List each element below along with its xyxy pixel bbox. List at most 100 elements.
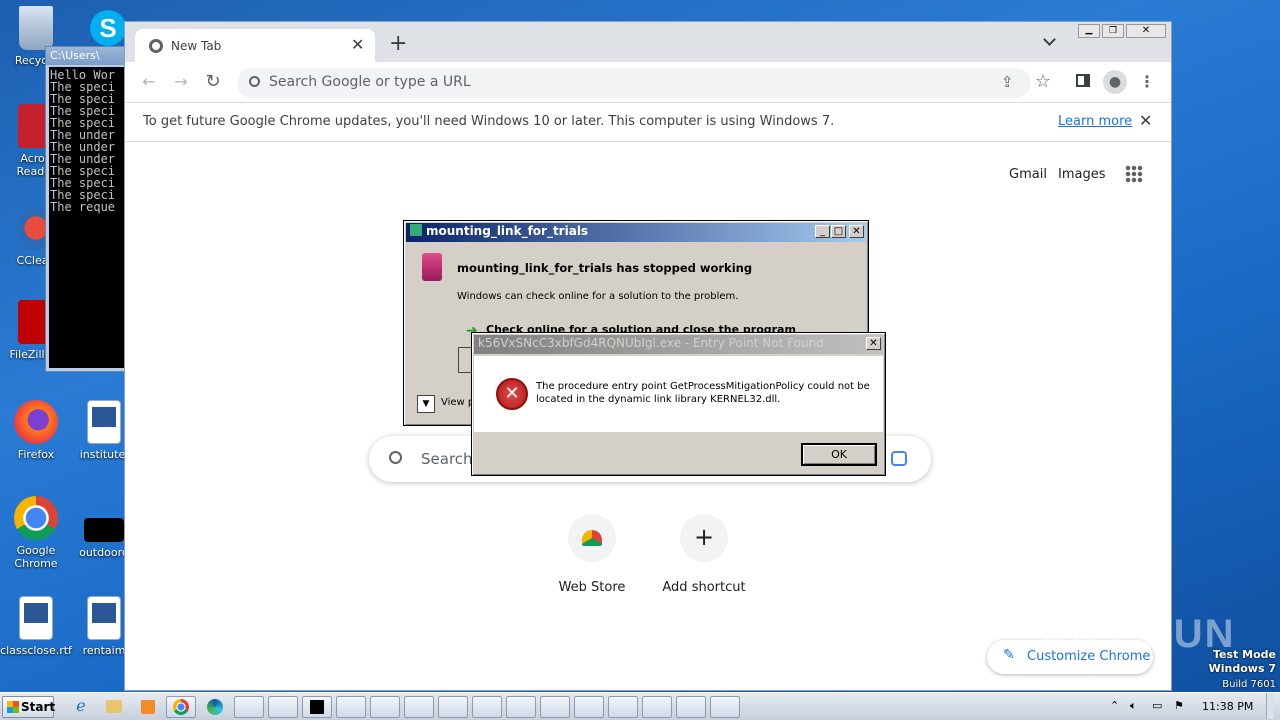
share-icon[interactable]: ⇪ [1001, 73, 1014, 91]
close-window-icon[interactable]: ✕ [1126, 24, 1166, 38]
taskbar-app-icon[interactable] [404, 696, 434, 718]
tab-search-chevron-icon[interactable] [1043, 33, 1056, 46]
apps-grid-icon[interactable] [1125, 165, 1143, 183]
menu-kebab-icon[interactable]: ⋮ [1135, 70, 1159, 94]
close-infobar-icon[interactable]: ✕ [1139, 111, 1152, 130]
back-icon[interactable]: ← [137, 70, 161, 94]
shortcut-web-store[interactable]: Web Store [547, 514, 637, 595]
start-button[interactable]: Start [2, 696, 55, 718]
error-icon: ✕ [496, 378, 528, 410]
update-infobar: To get future Google Chrome updates, you… [125, 102, 1171, 142]
taskbar-app-icon[interactable] [608, 696, 638, 718]
taskbar-app-icon[interactable] [506, 696, 536, 718]
tab-new-tab[interactable]: New Tab ✕ [135, 29, 375, 62]
web-store-icon [568, 514, 616, 562]
chrome-favicon-icon [149, 39, 163, 53]
omnibox[interactable]: Search Google or type a URL ⇪ [237, 68, 1031, 98]
infobar-text: To get future Google Chrome updates, you… [143, 114, 835, 129]
error-message-line1: The procedure entry point GetProcessMiti… [536, 381, 870, 392]
show-desktop-button[interactable] [1266, 693, 1274, 719]
error-message-line2: located in the dynamic link library KERN… [536, 394, 781, 405]
images-link[interactable]: Images [1058, 167, 1106, 182]
taskbar: Start ℯ ⌃ 🔈︎ ▭ ⚑ 11:38 PM [0, 692, 1280, 720]
firefox-icon [14, 400, 58, 444]
word-document-icon [87, 400, 121, 444]
os-label: Windows 7 [1208, 662, 1276, 675]
black-file-icon [84, 518, 124, 542]
test-mode-label: Test Mode [1213, 648, 1276, 661]
search-icon [249, 76, 260, 87]
forward-icon[interactable]: → [169, 70, 193, 94]
profile-avatar-icon[interactable]: ● [1103, 70, 1127, 94]
reload-icon[interactable]: ↻ [201, 70, 225, 94]
learn-more-link[interactable]: Learn more [1058, 114, 1132, 129]
recycle-bin-icon [19, 6, 53, 50]
edge-icon[interactable] [200, 696, 230, 718]
shortcut-add[interactable]: + Add shortcut [657, 514, 751, 595]
action-center-flag-icon[interactable]: ⚑ [1174, 699, 1184, 712]
details-chevron-icon[interactable]: ▼ [417, 395, 435, 413]
lens-camera-icon[interactable] [891, 451, 907, 466]
crash-heading: mounting_link_for_trials has stopped wor… [457, 261, 753, 275]
omnibox-input[interactable]: Search Google or type a URL [269, 74, 471, 90]
tab-title: New Tab [171, 39, 222, 53]
crash-dialog-titlebar: mounting_link_for_trials [406, 223, 866, 242]
taskbar-app-icon[interactable] [336, 696, 366, 718]
taskbar-app-icon[interactable] [234, 696, 264, 718]
taskbar-app-icon[interactable] [540, 696, 570, 718]
restore-icon[interactable]: ❐ [1102, 24, 1124, 38]
close-icon[interactable]: ✕ [866, 337, 881, 350]
explorer-icon[interactable] [100, 696, 130, 718]
error-dialog-titlebar: k56VxSNcC3xbfGd4RQNUbIgl.exe - Entry Poi… [474, 335, 883, 354]
cmd-taskbar-icon[interactable] [302, 696, 332, 718]
windows-logo-icon [7, 701, 19, 713]
gmail-link[interactable]: Gmail [1009, 167, 1047, 182]
speaker-icon[interactable]: 🔈︎ [1130, 699, 1137, 713]
plus-icon: + [680, 514, 728, 562]
cmd-title: C:\Users\ [46, 47, 124, 65]
program-icon [422, 253, 442, 281]
taskbar-app-icon[interactable] [676, 696, 706, 718]
taskbar-app-icon[interactable] [370, 696, 400, 718]
show-hidden-icons-icon[interactable]: ⌃ [1110, 699, 1119, 712]
taskbar-app-icon[interactable] [438, 696, 468, 718]
word-document-icon [87, 596, 121, 640]
taskbar-app-icon[interactable] [574, 696, 604, 718]
entry-point-error-dialog[interactable]: k56VxSNcC3xbfGd4RQNUbIgl.exe - Entry Poi… [471, 332, 886, 476]
cmd-output: Hello Wor The speci The speci The speci The … [49, 67, 124, 368]
crash-message: Windows can check online for a solution … [457, 291, 739, 302]
media-player-icon[interactable] [134, 696, 164, 718]
build-label: Build 7601 [1222, 679, 1276, 690]
taskbar-app-icon[interactable] [642, 696, 672, 718]
toolbar: ← → ↻ Search Google or type a URL ⇪ ☆ ● … [125, 62, 1171, 102]
chrome-icon [14, 496, 58, 540]
word-document-icon [19, 596, 53, 640]
bookmark-star-icon[interactable]: ☆ [1031, 70, 1055, 94]
taskbar-app-icon[interactable] [472, 696, 502, 718]
view-details-label[interactable]: View p [441, 397, 474, 408]
ntp-search-input[interactable]: Search [421, 450, 473, 468]
chrome-taskbar-icon[interactable] [166, 696, 196, 718]
tab-strip: New Tab ✕ + ▁ ❐ ✕ [125, 22, 1171, 62]
clock[interactable]: 11:38 PM [1202, 700, 1253, 713]
shortcut-label: Add shortcut [662, 580, 746, 595]
search-icon [389, 451, 402, 464]
ie-icon[interactable]: ℯ [66, 696, 96, 718]
skype-icon[interactable]: S [90, 10, 126, 46]
cmd-window[interactable]: C:\Users\ Hello Wor The speci The speci The… [45, 46, 125, 372]
maximize-icon[interactable]: □ [831, 225, 846, 238]
app-icon [410, 224, 422, 236]
cmd-output-line: The reque [50, 200, 116, 214]
minimize-icon[interactable]: _ [815, 225, 830, 238]
taskbar-app-icon[interactable] [710, 696, 740, 718]
network-icon[interactable]: ▭ [1152, 699, 1162, 712]
pencil-icon: ✎ [1003, 647, 1015, 663]
taskbar-app-icon[interactable] [268, 696, 298, 718]
new-tab-icon[interactable]: + [389, 31, 407, 56]
minimize-icon[interactable]: ▁ [1078, 24, 1100, 38]
system-tray: ⌃ 🔈︎ ▭ ⚑ 11:38 PM [1104, 693, 1274, 719]
ok-button[interactable]: OK [801, 443, 877, 466]
close-tab-icon[interactable]: ✕ [351, 35, 364, 54]
close-icon[interactable]: ✕ [849, 225, 864, 238]
side-panel-icon[interactable] [1071, 70, 1095, 94]
